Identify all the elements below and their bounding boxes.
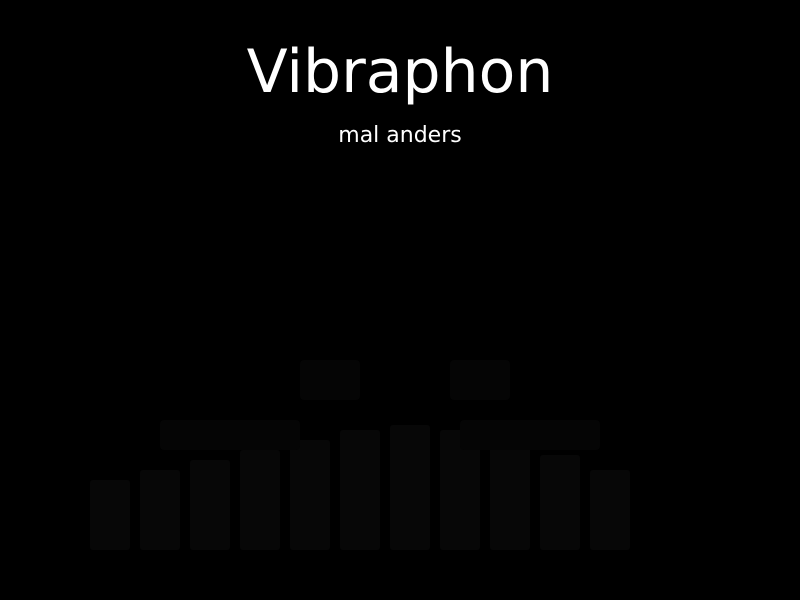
presentation-slide: Vibraphon mal anders <box>0 0 800 600</box>
slide-subtitle: mal anders <box>338 123 462 148</box>
vibraphone-silhouette-icon <box>90 360 630 550</box>
slide-title: Vibraphon <box>246 37 554 107</box>
